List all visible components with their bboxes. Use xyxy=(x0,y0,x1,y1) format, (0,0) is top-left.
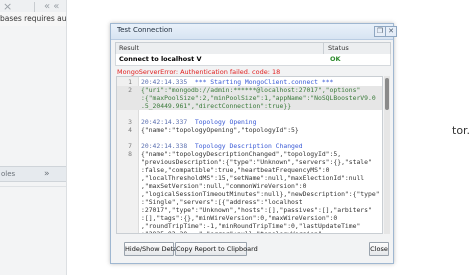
log-token: :"2025-03-20...","error":null,"topologyV… xyxy=(141,230,322,234)
log-text: {"name":"topologyDescriptionChanged","to… xyxy=(141,150,341,158)
nav-arrows-icon[interactable]: « « xyxy=(44,1,59,12)
log-text: "previousDescription":{"type":"Unknown",… xyxy=(141,158,372,166)
dialog-titlebar[interactable]: Test Connection ❐ ✕ xyxy=(111,24,397,40)
log-text: ,"roundTripTime":-1,"minRoundTripTime":0… xyxy=(141,222,360,230)
log-text: {"uri":"mongodb://admin:******@localhost… xyxy=(141,86,360,94)
line-number: 7 xyxy=(128,142,132,150)
log-text: 20:42:14.337 Topology Opening xyxy=(141,118,256,126)
background-sidebar: × « « bases requires authen oles » xyxy=(0,0,67,275)
log-token: *** Starting MongoClient.connect *** xyxy=(194,78,334,86)
scrollbar-thumb[interactable] xyxy=(385,78,389,110)
log-token: 20:42:14.338 xyxy=(141,142,195,150)
log-text: ,"maxSetVersion":null,"commonWireVersion… xyxy=(141,182,306,190)
log-line: 7 20:42:14.338 Topology Description Chang… xyxy=(117,142,382,150)
log-token: :false,"compatible":true,"heartbeatFrequ… xyxy=(141,166,330,174)
collapse-icon[interactable]: » xyxy=(44,167,50,181)
log-token: {"name":"topologyOpening","topologyId":5… xyxy=(141,126,299,134)
log-token: :[],"tags":{},"minWireVersion":0,"maxWir… xyxy=(141,214,338,222)
log-token: "previousDescription":{"type":"Unknown",… xyxy=(141,158,372,166)
log-line: :27017","type":"Unknown","hosts":[],"pas… xyxy=(117,206,382,214)
log-token: ,"localThresholdMS":15,"setName":null,"m… xyxy=(141,174,365,182)
log-text: 20:42:14.335 *** Starting MongoClient.co… xyxy=(141,78,333,86)
log-line: :"2025-03-20...","error":null,"topologyV… xyxy=(117,230,382,234)
background-panel-label: oles xyxy=(1,170,16,178)
log-text: {"name":"topologyOpening","topologyId":5… xyxy=(141,126,299,134)
background-panel-header[interactable]: oles » xyxy=(0,166,66,182)
log-token: :{"maxPoolSize":2,"minPoolSize":1,"appNa… xyxy=(141,94,376,102)
log-line: :"Single","servers":[{"address":"localho… xyxy=(117,198,382,206)
log-line: ,"maxSetVersion":null,"commonWireVersion… xyxy=(117,182,382,190)
log-output[interactable]: 1 20:42:14.335 *** Starting MongoClient.c… xyxy=(116,76,383,234)
log-text: :[],"tags":{},"minWireVersion":0,"maxWir… xyxy=(141,214,337,222)
log-text: :"Single","servers":[{"address":"localho… xyxy=(141,198,303,206)
log-token: ,"maxSetVersion":null,"commonWireVersion… xyxy=(141,182,307,190)
log-text: :false,"compatible":true,"heartbeatFrequ… xyxy=(141,166,330,174)
log-line: .5_20449.961","directConnection":true}} xyxy=(117,102,382,110)
log-token: Topology Opening xyxy=(194,118,257,126)
line-number: 2 xyxy=(128,86,132,94)
close-button[interactable]: Close xyxy=(369,242,389,256)
log-line: 2 {"uri":"mongodb://admin:******@localhos… xyxy=(117,86,382,94)
dialog-title: Test Connection xyxy=(117,26,173,34)
log-line: ,"logicalSessionTimeoutMinutes":null},"n… xyxy=(117,190,382,198)
log-token: :"Single","servers":[{"address":"localho… xyxy=(141,198,303,206)
status-badge: OK xyxy=(330,55,341,63)
log-line: 1 20:42:14.335 *** Starting MongoClient.c… xyxy=(117,78,382,86)
log-token: {"name":"topologyDescriptionChanged","to… xyxy=(141,150,342,158)
close-icon[interactable]: ✕ xyxy=(385,26,397,37)
column-divider xyxy=(323,43,324,54)
log-line: ,"roundTripTime":-1,"minRoundTripTime":0… xyxy=(117,222,382,230)
hide-show-details-button[interactable]: Hide/Show Details xyxy=(124,242,184,256)
copy-report-button[interactable]: Copy Report to Clipboard xyxy=(175,242,258,256)
log-token: .5_20449.961","directConnection":true}} xyxy=(141,102,292,110)
log-line: :[],"tags":{},"minWireVersion":0,"maxWir… xyxy=(117,214,382,222)
log-token: ,"roundTripTime":-1,"minRoundTripTime":0… xyxy=(141,222,361,230)
log-text: 20:42:14.338 Topology Description Change… xyxy=(141,142,303,150)
log-line: ,"localThresholdMS":15,"setName":null,"m… xyxy=(117,174,382,182)
table-row[interactable]: Connect to localhost V OK xyxy=(115,54,391,66)
log-line: :false,"compatible":true,"heartbeatFrequ… xyxy=(117,166,382,174)
error-message: MongoServerError: Authentication failed.… xyxy=(117,68,281,76)
log-text: :{"maxPoolSize":2,"minPoolSize":1,"appNa… xyxy=(141,94,376,102)
log-line: 4 {"name":"topologyOpening","topologyId":… xyxy=(117,126,382,134)
log-text: :27017","type":"Unknown","hosts":[],"pas… xyxy=(141,206,372,214)
log-line: "previousDescription":{"type":"Unknown",… xyxy=(117,158,382,166)
log-token: ,"logicalSessionTimeoutMinutes":null},"n… xyxy=(141,190,380,198)
log-text: :"2025-03-20...","error":null,"topologyV… xyxy=(141,230,322,234)
log-token: Topology Description Changed xyxy=(194,142,303,150)
line-number: 4 xyxy=(128,126,132,134)
column-header-status[interactable]: Status xyxy=(328,43,349,54)
background-note: bases requires authen xyxy=(0,12,66,26)
log-text: ,"localThresholdMS":15,"setName":null,"m… xyxy=(141,174,364,182)
log-scrollbar[interactable] xyxy=(384,76,390,234)
log-text: ,"logicalSessionTimeoutMinutes":null},"n… xyxy=(141,190,380,198)
log-token: :27017","type":"Unknown","hosts":[],"pas… xyxy=(141,206,372,214)
test-connection-dialog: Test Connection ❐ ✕ Result Status Connec… xyxy=(110,23,397,264)
line-number: 8 xyxy=(128,150,132,158)
background-text: tor. xyxy=(452,124,471,137)
column-header-result[interactable]: Result xyxy=(119,43,139,54)
log-line: 8 {"name":"topologyDescriptionChanged","t… xyxy=(117,150,382,158)
log-line: :{"maxPoolSize":2,"minPoolSize":1,"appNa… xyxy=(117,94,382,102)
log-token: 20:42:14.337 xyxy=(141,118,195,126)
line-number: 1 xyxy=(128,78,132,86)
divider xyxy=(0,186,66,187)
log-text: .5_20449.961","directConnection":true}} xyxy=(141,102,291,110)
log-token: 20:42:14.335 xyxy=(141,78,195,86)
log-token: {"uri":"mongodb://admin:******@localhost… xyxy=(141,86,361,94)
line-number: 3 xyxy=(128,118,132,126)
connection-name: Connect to localhost V xyxy=(119,55,202,63)
log-line: 3 20:42:14.337 Topology Opening xyxy=(117,118,382,126)
